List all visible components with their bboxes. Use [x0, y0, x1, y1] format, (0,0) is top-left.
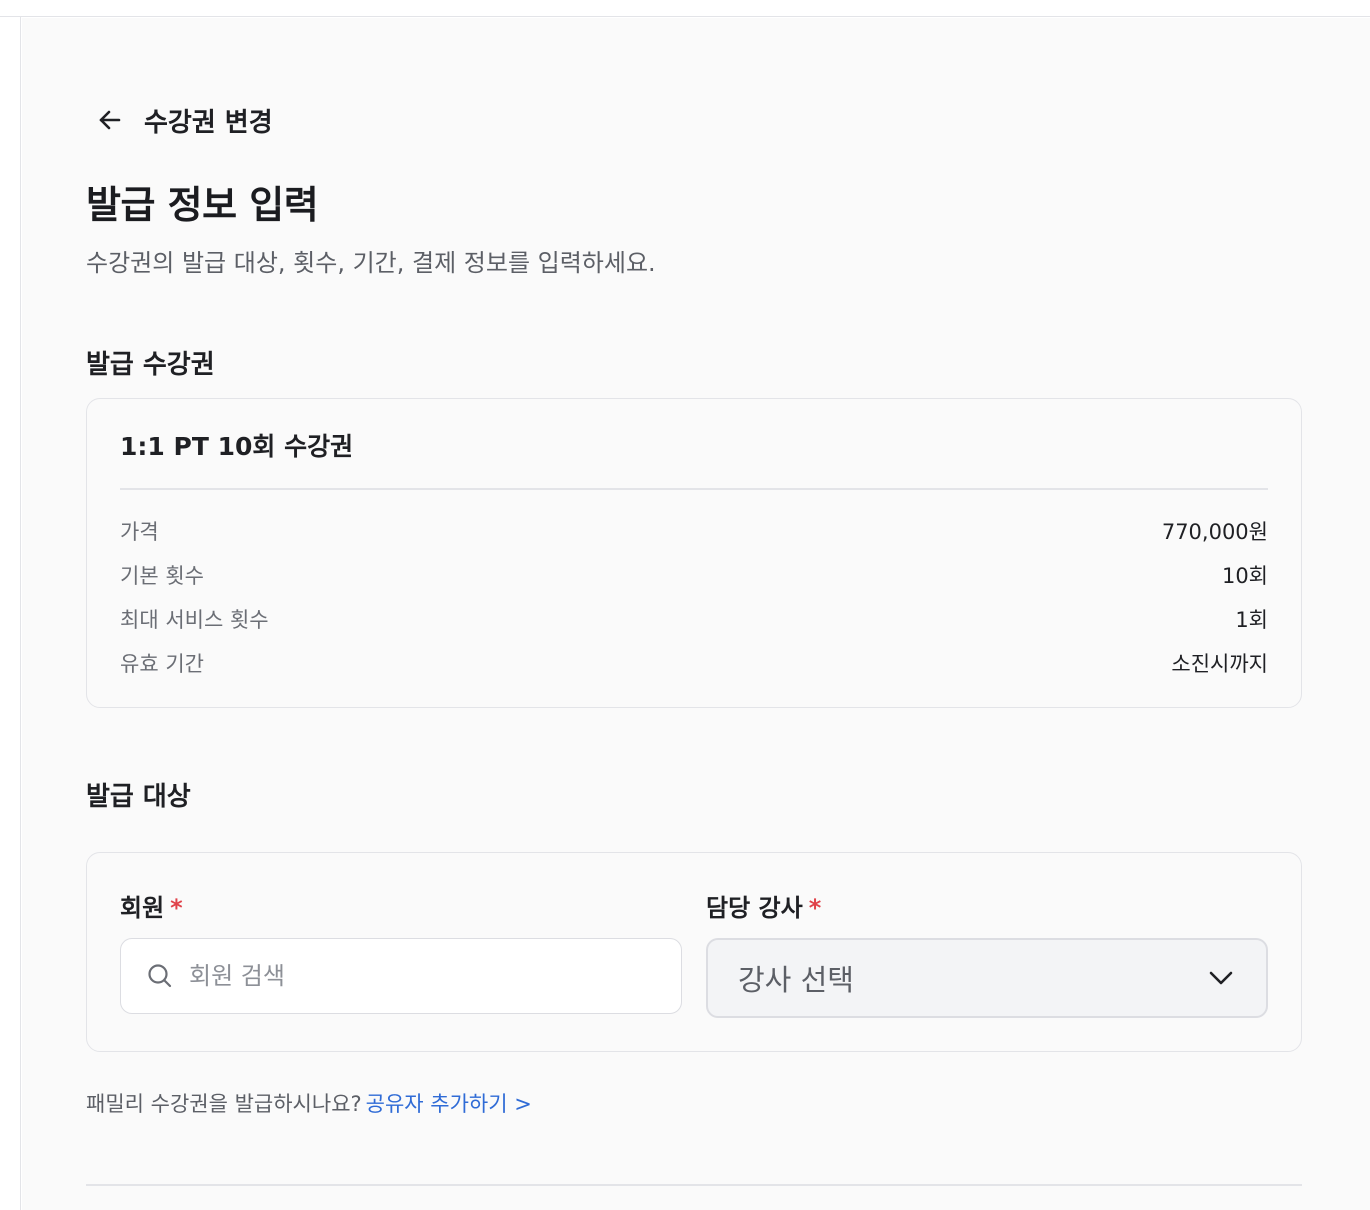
arrow-left-icon[interactable] [96, 106, 124, 134]
family-pass-row: 패밀리 수강권을 발급하시나요? 공유자 추가하기 > [86, 1088, 532, 1118]
target-card: 회원* 담당 강사* 강사 선택 [86, 852, 1302, 1052]
info-label: 기본 횟수 [120, 564, 204, 588]
top-bar [0, 0, 1370, 17]
search-icon [147, 963, 173, 989]
chevron-down-icon [1208, 965, 1234, 991]
member-search-input[interactable] [189, 962, 649, 990]
add-sharer-link[interactable]: 공유자 추가하기 > [366, 1092, 532, 1116]
pass-divider [120, 488, 1268, 490]
info-row-price: 가격 770,000원 [120, 516, 1268, 546]
info-label: 가격 [120, 520, 159, 544]
info-value: 소진시까지 [1171, 652, 1268, 676]
section-title-target: 발급 대상 [86, 782, 191, 812]
main-content: 수강권 변경 발급 정보 입력 수강권의 발급 대상, 횟수, 기간, 결제 정… [22, 18, 1370, 1210]
required-mark: * [808, 894, 822, 922]
info-value: 770,000원 [1161, 520, 1268, 544]
page-description: 수강권의 발급 대상, 횟수, 기간, 결제 정보를 입력하세요. [86, 249, 656, 277]
info-label: 유효 기간 [120, 652, 204, 676]
instructor-select[interactable]: 강사 선택 [706, 938, 1268, 1018]
required-mark: * [170, 894, 183, 922]
instructor-label-text: 담당 강사 [706, 894, 803, 922]
bottom-divider [86, 1184, 1302, 1186]
back-nav[interactable]: 수강권 변경 [96, 102, 273, 138]
section-title-pass: 발급 수강권 [86, 350, 215, 380]
info-row-service-count: 최대 서비스 횟수 1회 [120, 604, 1268, 634]
pass-card: 1:1 PT 10회 수강권 가격 770,000원 기본 횟수 10회 최대 … [86, 398, 1302, 708]
info-value: 1회 [1235, 608, 1268, 632]
back-label[interactable]: 수강권 변경 [144, 102, 273, 139]
info-row-base-count: 기본 횟수 10회 [120, 560, 1268, 590]
instructor-label: 담당 강사 * [706, 888, 821, 923]
info-value: 10회 [1221, 564, 1268, 588]
instructor-select-value: 강사 선택 [738, 963, 854, 997]
pass-name: 1:1 PT 10회 수강권 [120, 432, 354, 461]
member-label-text: 회원 [120, 894, 165, 922]
left-rail [0, 17, 21, 1210]
page-title: 발급 정보 입력 [86, 183, 319, 227]
info-row-validity: 유효 기간 소진시까지 [120, 648, 1268, 678]
member-search-box[interactable] [120, 938, 682, 1014]
member-label: 회원 * [120, 888, 183, 923]
info-label: 최대 서비스 횟수 [120, 608, 269, 632]
family-question: 패밀리 수강권을 발급하시나요? [86, 1092, 362, 1116]
